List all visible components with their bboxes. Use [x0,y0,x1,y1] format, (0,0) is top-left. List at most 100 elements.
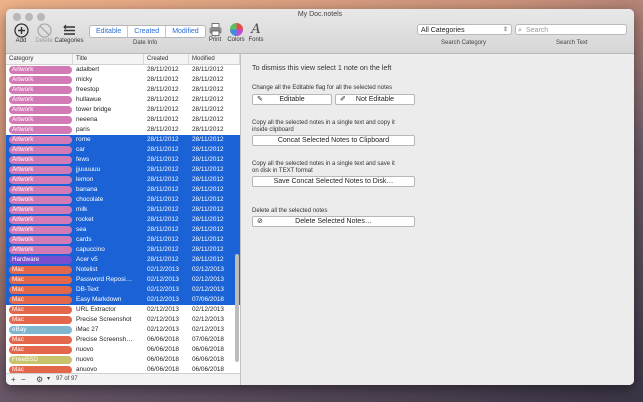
delete-button[interactable]: Delete [33,23,55,44]
table-row[interactable]: Mac nuovo 06/06/2018 06/06/2018 [6,345,240,355]
scrollbar-thumb[interactable] [235,254,239,362]
table-row[interactable]: Artwork rocket 28/11/2012 28/11/2012 [6,215,240,225]
cell-title: cards [76,236,92,243]
cell-created: 02/12/2013 [147,316,179,323]
delete-selected-label: Delete Selected Notes… [295,218,372,225]
cell-category: Artwork [6,195,73,205]
list-footer: + − ⚙ ▾ 97 of 97 [6,373,240,385]
table-row[interactable]: Artwork paris 28/11/2012 28/11/2012 [6,125,240,135]
batch-actions-panel: To dismiss this view select 1 note on th… [241,54,634,385]
set-editable-button[interactable]: ✎ Editable [252,94,332,105]
tab-modified[interactable]: Modified [166,26,204,37]
column-header-modified[interactable]: Modified [189,54,240,64]
category-badge: Artwork [9,106,72,114]
cell-created: 06/06/2018 [147,336,179,343]
table-row[interactable]: Artwork capuccino 28/11/2012 28/11/2012 [6,245,240,255]
cell-category: Artwork [6,225,73,235]
cell-title: chocolate [76,196,104,203]
cell-created: 28/11/2012 [147,86,179,93]
table-row[interactable]: Artwork tower bridge 28/11/2012 28/11/2012 [6,105,240,115]
cell-title: sea [76,226,87,233]
cell-category: Artwork [6,165,73,175]
table-row[interactable]: Artwork jjuuuuuu 28/11/2012 28/11/2012 [6,165,240,175]
cell-title: freestop [76,86,100,93]
table-row[interactable]: Artwork neeena 28/11/2012 28/11/2012 [6,115,240,125]
cell-created: 02/12/2013 [147,286,179,293]
cell-created: 28/11/2012 [147,256,179,263]
print-button[interactable]: Print [206,22,224,43]
cell-category: Mac [6,345,73,355]
save-to-disk-button[interactable]: Save Concat Selected Notes to Disk… [252,176,415,187]
table-row[interactable]: Artwork car 28/11/2012 28/11/2012 [6,145,240,155]
table-row[interactable]: Mac URL Extractor 02/12/2013 02/12/2013 [6,305,240,315]
remove-note-button[interactable]: − [21,374,26,385]
no-entry-icon [36,23,52,38]
set-not-editable-button[interactable]: ✐ Not Editable [335,94,415,105]
cell-category: Mac [6,315,73,325]
cell-modified: 07/06/2018 [192,296,224,303]
cell-modified: 28/11/2012 [192,126,224,133]
cell-created: 02/12/2013 [147,326,179,333]
cell-title: lemon [76,176,94,183]
table-row[interactable]: Mac Easy Markdown 02/12/2013 07/06/2018 [6,295,240,305]
category-badge: Artwork [9,216,72,224]
table-row[interactable]: Artwork fews 28/11/2012 28/11/2012 [6,155,240,165]
category-badge: Artwork [9,146,72,154]
table-row[interactable]: Artwork adalbert 28/11/2012 28/11/2012 [6,65,240,75]
table-row[interactable]: Artwork freestop 28/11/2012 28/11/2012 [6,85,240,95]
table-row[interactable]: Artwork chocolate 28/11/2012 28/11/2012 [6,195,240,205]
cell-modified: 06/06/2018 [192,356,224,363]
cell-category: Artwork [6,215,73,225]
table-row[interactable]: eBay iMac 27 02/12/2013 02/12/2013 [6,325,240,335]
colors-button[interactable]: Colors [226,22,246,43]
table-row[interactable]: Mac Password Reposi… 02/12/2013 02/12/2013 [6,275,240,285]
table-row[interactable]: Artwork sea 28/11/2012 28/11/2012 [6,225,240,235]
table-row[interactable]: Mac Notelist 02/12/2013 02/12/2013 [6,265,240,275]
cell-title: Password Reposi… [76,276,133,283]
cell-created: 28/11/2012 [147,96,179,103]
cell-modified: 07/06/2018 [192,336,224,343]
cell-title: capuccino [76,246,105,253]
table-row[interactable]: Artwork banana 28/11/2012 28/11/2012 [6,185,240,195]
table-row[interactable]: Artwork lemon 28/11/2012 28/11/2012 [6,175,240,185]
table-row[interactable]: FreeBSD nuovo 06/06/2018 06/06/2018 [6,355,240,365]
delete-selected-button[interactable]: ⊘ Delete Selected Notes… [252,216,415,227]
cell-title: Acer v5 [76,256,98,263]
table-row[interactable]: Artwork milk 28/11/2012 28/11/2012 [6,205,240,215]
table-row[interactable]: Artwork cards 28/11/2012 28/11/2012 [6,235,240,245]
cell-created: 28/11/2012 [147,136,179,143]
categories-button[interactable]: Categories [54,23,84,44]
column-header-category[interactable]: Category [6,54,73,64]
cell-category: Mac [6,265,73,275]
fonts-button[interactable]: A Fonts [247,22,265,43]
concat-clipboard-description: Copy all the selected notes in a single … [252,120,395,133]
gear-icon[interactable]: ⚙ [36,374,43,385]
category-badge: Artwork [9,196,72,204]
cell-modified: 28/11/2012 [192,186,224,193]
cell-created: 28/11/2012 [147,246,179,253]
search-text-label: Search Text [556,40,588,46]
no-entry-icon: ⊘ [257,218,263,225]
table-row[interactable]: Artwork micky 28/11/2012 28/11/2012 [6,75,240,85]
cell-title: nuovo [76,346,94,353]
concat-to-clipboard-button[interactable]: Concat Selected Notes to Clipboard [252,135,415,146]
set-editable-label: Editable [279,96,305,103]
search-input[interactable]: ⌕ Search [515,24,627,35]
column-header-created[interactable]: Created [144,54,189,64]
column-header-title[interactable]: Title [73,54,144,64]
cell-created: 28/11/2012 [147,146,179,153]
tab-created[interactable]: Created [128,26,167,37]
table-row[interactable]: Artwork rome 28/11/2012 28/11/2012 [6,135,240,145]
cell-category: Artwork [6,205,73,215]
tab-editable[interactable]: Editable [90,26,129,37]
add-button[interactable]: Add [11,23,31,44]
category-badge: Hardware [9,256,72,264]
category-select[interactable]: All Categories ⇕ [417,24,512,35]
add-note-button[interactable]: + [11,374,16,385]
table-row[interactable]: Mac DB-Text 02/12/2013 02/12/2013 [6,285,240,295]
table-row[interactable]: Mac Precise Screensh… 06/06/2018 07/06/2018 [6,335,240,345]
table-row[interactable]: Hardware Acer v5 28/11/2012 28/11/2012 [6,255,240,265]
table-row[interactable]: Artwork hullawue 28/11/2012 28/11/2012 [6,95,240,105]
chevron-down-icon[interactable]: ▾ [47,374,50,385]
table-row[interactable]: Mac Precise Screenshot 02/12/2013 02/12/201… [6,315,240,325]
